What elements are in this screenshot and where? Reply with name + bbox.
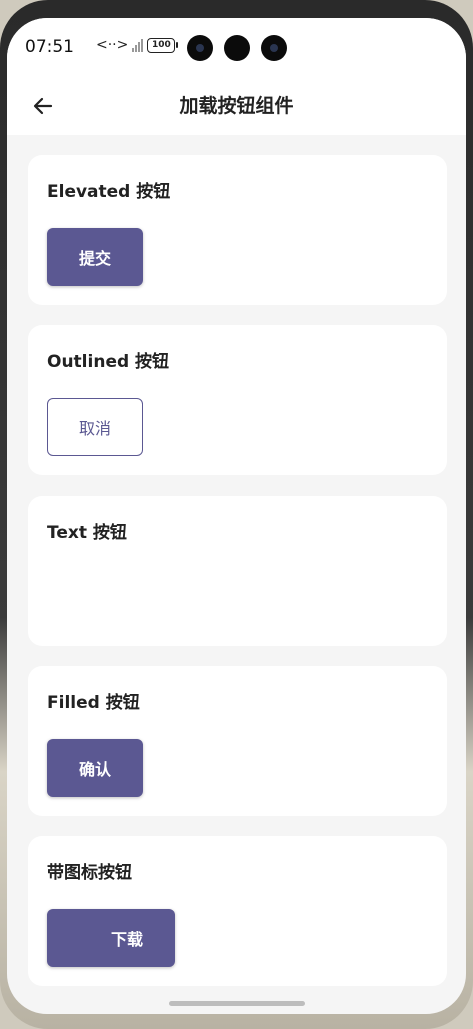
card-title: 带图标按钮 — [47, 863, 132, 883]
sensor-icon — [224, 35, 250, 61]
phone-frame: 07:51 <··> 100 加载按钮组件 Elevated 按钮 提交 Out… — [0, 0, 473, 1029]
status-icons: <··> 100 — [96, 37, 179, 53]
card-text: Text 按钮 — [28, 496, 447, 646]
signal-icon — [132, 38, 144, 52]
card-outlined: Outlined 按钮 取消 — [28, 325, 447, 475]
battery-icon: 100 — [147, 37, 179, 53]
card-filled: Filled 按钮 确认 — [28, 666, 447, 816]
screen: 07:51 <··> 100 加载按钮组件 Elevated 按钮 提交 Out… — [7, 18, 466, 1014]
cancel-button[interactable]: 取消 — [47, 398, 143, 456]
submit-button[interactable]: 提交 — [47, 228, 143, 286]
text-button[interactable] — [47, 569, 143, 627]
card-elevated: Elevated 按钮 提交 — [28, 155, 447, 305]
front-camera-icon — [261, 35, 287, 61]
confirm-button[interactable]: 确认 — [47, 739, 143, 797]
status-time: 07:51 — [25, 37, 74, 57]
front-camera-icon — [187, 35, 213, 61]
app-bar: 加载按钮组件 — [7, 78, 466, 135]
card-title: Outlined 按钮 — [47, 352, 170, 372]
content-list: Elevated 按钮 提交 Outlined 按钮 取消 Text 按钮 Fi… — [7, 135, 466, 1014]
card-title: Elevated 按钮 — [47, 182, 171, 202]
page-title: 加载按钮组件 — [179, 95, 294, 117]
data-transfer-icon: <··> — [96, 37, 129, 53]
card-title: Text 按钮 — [47, 523, 127, 543]
status-bar: 07:51 <··> 100 — [7, 18, 466, 78]
card-title: Filled 按钮 — [47, 693, 140, 713]
card-icon-button: 带图标按钮 下载 — [28, 836, 447, 986]
download-button[interactable]: 下载 — [47, 909, 175, 967]
home-indicator[interactable] — [169, 1001, 305, 1006]
